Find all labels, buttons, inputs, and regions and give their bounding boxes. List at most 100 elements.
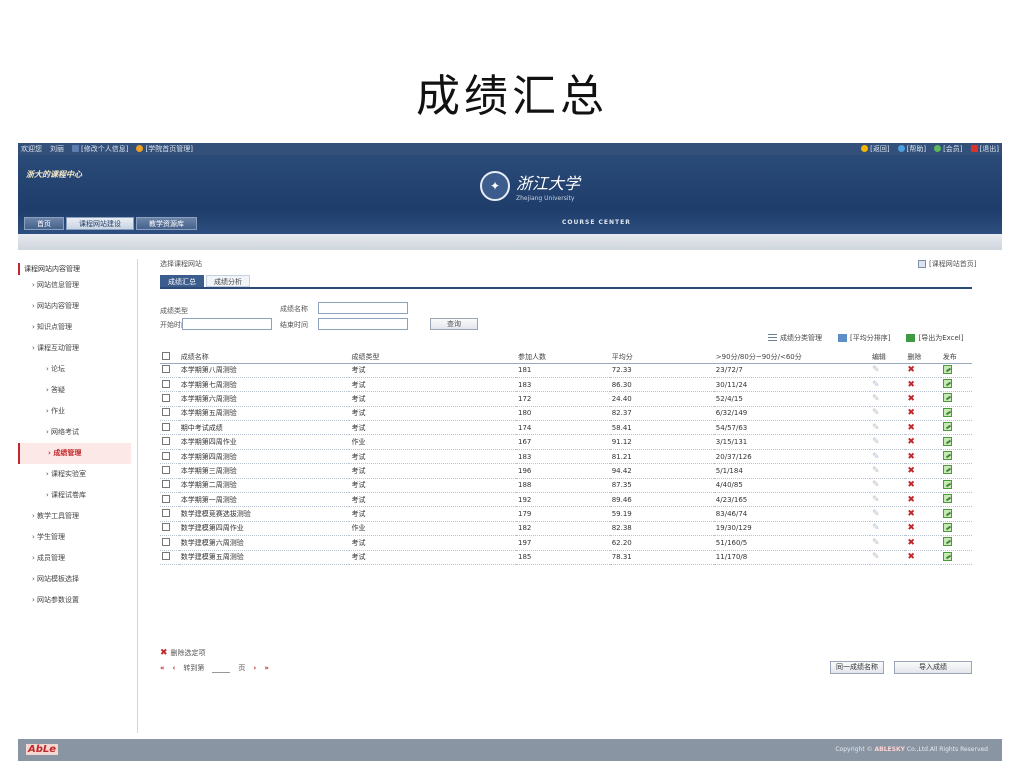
table-row[interactable]: 本学期第五周测验 考试 180 82.37 6/32/149 ✎ ✖ [160,406,972,422]
delete-icon[interactable]: ✖ [907,408,915,418]
edit-profile-link[interactable]: [修改个人信息] [72,144,128,154]
tab-grade-summary[interactable]: 成绩汇总 [160,275,204,287]
edit-icon[interactable]: ✎ [872,523,880,533]
table-row[interactable]: 本学期第四周作业 作业 167 91.12 3/15/131 ✎ ✖ [160,434,972,450]
table-row[interactable]: 本学期第三周测验 考试 196 94.42 5/1/184 ✎ ✖ [160,463,972,479]
sidebar-item-lab[interactable]: › 课程实验室 [18,464,137,485]
col-name[interactable]: 成绩名称 [178,351,350,364]
table-row[interactable]: 本学期第二周测验 考试 188 87.35 4/40/85 ✎ ✖ [160,478,972,494]
table-row[interactable]: 数学建模竞赛选拔测验 考试 179 59.19 83/46/74 ✎ ✖ [160,506,972,522]
publish-icon[interactable] [942,537,952,547]
row-checkbox[interactable] [162,422,170,431]
edit-icon[interactable]: ✎ [872,394,880,404]
row-checkbox[interactable] [162,537,170,546]
col-distribution[interactable]: >90分/80分~90分/<60分 [713,351,870,364]
sidebar-item-site-settings[interactable]: › 网站参数设置 [18,590,137,611]
delete-icon[interactable]: ✖ [907,423,915,433]
publish-icon[interactable] [942,479,952,489]
delete-icon[interactable]: ✖ [907,365,915,375]
table-row[interactable]: 期中考试成绩 考试 174 58.41 54/57/63 ✎ ✖ [160,420,972,436]
import-grades-button[interactable]: 导入成绩 [894,661,972,674]
col-average[interactable]: 平均分 [609,351,714,364]
edit-icon[interactable]: ✎ [872,538,880,548]
delete-icon[interactable]: ✖ [907,437,915,447]
edit-icon[interactable]: ✎ [872,423,880,433]
table-row[interactable]: 本学期第七周测验 考试 183 86.30 30/11/24 ✎ ✖ [160,377,972,393]
delete-icon[interactable]: ✖ [907,452,915,462]
nav-resource-library[interactable]: 教学资源库 [136,217,197,230]
col-participants[interactable]: 参加人数 [516,351,610,364]
row-checkbox[interactable] [162,523,170,532]
publish-icon[interactable] [942,422,952,432]
select-all-checkbox[interactable] [162,351,170,360]
row-checkbox[interactable] [162,465,170,474]
row-checkbox[interactable] [162,393,170,402]
delete-icon[interactable]: ✖ [907,552,915,562]
table-row[interactable]: 本学期第六周测验 考试 172 24.40 52/4/15 ✎ ✖ [160,391,972,407]
edit-icon[interactable]: ✎ [872,408,880,418]
sidebar-item-content-management[interactable]: 课程网站内容管理 [18,263,137,275]
edit-icon[interactable]: ✎ [872,452,880,462]
prev-page-button[interactable]: ‹ [173,664,176,672]
breadcrumb[interactable]: 选择课程网站 [160,259,202,269]
table-row[interactable]: 本学期第八周测验 考试 181 72.33 23/72/7 ✎ ✖ [160,363,972,378]
sidebar-item-grades[interactable]: › 成绩管理 [18,443,131,464]
table-row[interactable]: 数学建模第四周作业 作业 182 82.38 19/30/129 ✎ ✖ [160,521,972,537]
publish-icon[interactable] [942,364,952,374]
delete-icon[interactable]: ✖ [907,538,915,548]
row-checkbox[interactable] [162,480,170,489]
sidebar-item-students[interactable]: › 学生管理 [18,527,137,548]
sidebar-item-paper-bank[interactable]: › 课程试卷库 [18,485,137,506]
table-row[interactable]: 数学建模第五周测验 考试 185 78.31 11/170/8 ✎ ✖ [160,550,972,565]
publish-icon[interactable] [942,522,952,532]
university-logo[interactable]: ✦ 浙江大学 Zhejiang University [480,170,580,202]
export-excel-button[interactable]: [导出为Excel] [906,333,963,343]
help-link[interactable]: [帮助] [897,144,926,154]
end-time-input[interactable] [318,318,408,330]
table-row[interactable]: 本学期第四周测验 考试 183 81.21 20/37/126 ✎ ✖ [160,449,972,465]
row-checkbox[interactable] [162,451,170,460]
row-checkbox[interactable] [162,552,170,561]
school-home-link[interactable]: [学院首页管理] [136,144,193,154]
publish-icon[interactable] [942,551,952,561]
publish-icon[interactable] [942,393,952,403]
sidebar-item-qa[interactable]: › 答疑 [18,380,137,401]
sidebar-item-teaching-tools[interactable]: › 教学工具管理 [18,506,137,527]
edit-icon[interactable]: ✎ [872,437,880,447]
first-page-button[interactable]: « [160,664,165,672]
delete-icon[interactable]: ✖ [907,495,915,505]
sidebar-item-forum[interactable]: › 论坛 [18,359,137,380]
edit-icon[interactable]: ✎ [872,380,880,390]
sidebar-item-interaction[interactable]: › 课程互动管理 [18,338,137,359]
row-checkbox[interactable] [162,379,170,388]
next-page-button[interactable]: › [253,664,256,672]
query-button[interactable]: 查询 [430,318,478,330]
publish-icon[interactable] [942,407,952,417]
edit-icon[interactable]: ✎ [872,480,880,490]
publish-icon[interactable] [942,508,952,518]
sync-grade-name-button[interactable]: 同一成绩名称 [830,661,884,674]
publish-icon[interactable] [942,494,952,504]
edit-icon[interactable]: ✎ [872,495,880,505]
sidebar-item-site-info[interactable]: › 网站信息管理 [18,275,137,296]
sidebar-item-members[interactable]: › 成员管理 [18,548,137,569]
last-page-button[interactable]: » [264,664,269,672]
category-manage-button[interactable]: 成绩分类管理 [768,333,822,343]
edit-icon[interactable]: ✎ [872,509,880,519]
sidebar-item-site-content[interactable]: › 网站内容管理 [18,296,137,317]
grade-name-input[interactable] [318,302,408,314]
nav-home[interactable]: 首页 [24,217,64,230]
sidebar-item-templates[interactable]: › 网站模板选择 [18,569,137,590]
publish-icon[interactable] [942,379,952,389]
delete-icon[interactable]: ✖ [907,509,915,519]
member-link[interactable]: [会员] [934,144,963,154]
delete-icon[interactable]: ✖ [907,523,915,533]
start-time-input[interactable] [182,318,272,330]
row-checkbox[interactable] [162,437,170,446]
edit-icon[interactable]: ✎ [872,365,880,375]
table-row[interactable]: 本学期第一周测验 考试 192 89.46 4/23/165 ✎ ✖ [160,492,972,508]
row-checkbox[interactable] [162,408,170,417]
course-home-link[interactable]: [课程网站首页] [918,259,976,269]
delete-icon[interactable]: ✖ [907,394,915,404]
sidebar-item-knowledge-points[interactable]: › 知识点管理 [18,317,137,338]
